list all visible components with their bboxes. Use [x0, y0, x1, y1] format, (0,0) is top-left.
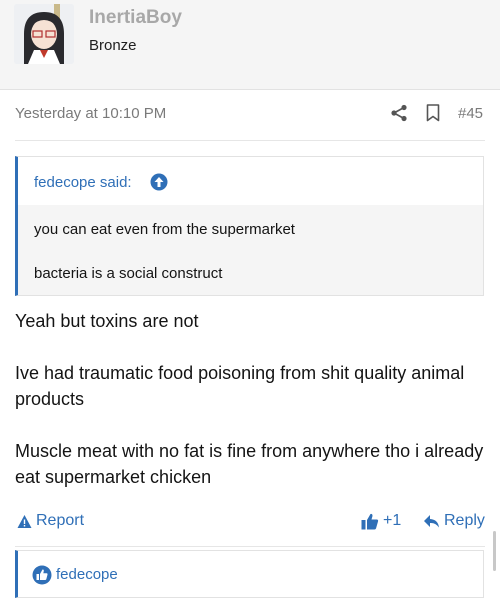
reaction-user[interactable]: fedecope [56, 566, 118, 583]
avatar[interactable] [14, 4, 74, 64]
message-paragraph: Muscle meat with no fat is fine from any… [15, 441, 484, 487]
quote-body: you can eat even from the supermarket ba… [18, 205, 483, 295]
divider [15, 546, 485, 547]
reply-label: Reply [444, 512, 485, 529]
arrow-up-icon[interactable] [150, 173, 168, 191]
username[interactable]: InertiaBoy [89, 7, 182, 29]
quote-block: fedecope said: you can eat even from the… [15, 156, 484, 296]
like-button[interactable]: +1 [361, 512, 401, 530]
reactions-bar: fedecope [15, 550, 484, 598]
share-icon[interactable] [390, 104, 408, 122]
message-paragraph: Yeah but toxins are not [15, 311, 199, 331]
report-button[interactable]: Report [17, 512, 84, 530]
warning-icon [17, 514, 32, 528]
post-timestamp[interactable]: Yesterday at 10:10 PM [15, 105, 166, 122]
post-number[interactable]: #45 [458, 105, 483, 122]
like-reaction-icon [32, 565, 52, 585]
message-paragraph: Ive had traumatic food poisoning from sh… [15, 363, 465, 409]
like-count: +1 [383, 512, 402, 529]
quote-header: fedecope said: [18, 157, 483, 205]
bookmark-icon[interactable] [426, 104, 440, 122]
reply-arrow-icon [424, 514, 439, 527]
user-rank: Bronze [89, 37, 137, 54]
post-author-header: InertiaBoy Bronze [0, 0, 500, 90]
divider [15, 140, 485, 141]
report-label: Report [36, 512, 85, 529]
thumbs-up-icon [361, 513, 379, 529]
quote-line: you can eat even from the supermarket [34, 221, 295, 238]
quote-line: bacteria is a social construct [34, 265, 223, 282]
reply-button[interactable]: Reply [423, 512, 485, 530]
avatar-image [14, 4, 74, 64]
scrollbar[interactable] [493, 531, 496, 571]
quote-author[interactable]: fedecope said: [34, 174, 132, 191]
